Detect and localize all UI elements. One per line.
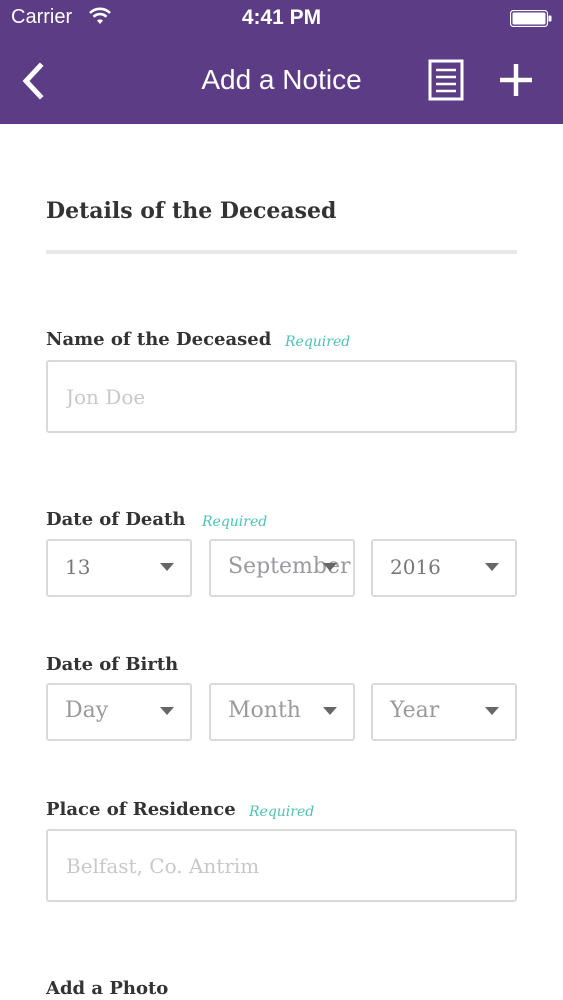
back-button[interactable] xyxy=(16,56,56,106)
caret-down-icon xyxy=(485,707,499,715)
battery-icon xyxy=(510,10,552,27)
birth-month-value: Month xyxy=(228,698,301,723)
name-label: Name of the Deceased xyxy=(46,329,272,350)
birth-day-select[interactable]: Day xyxy=(46,683,192,741)
add-photo-label: Add a Photo xyxy=(46,978,169,999)
chevron-left-icon xyxy=(22,62,44,100)
caret-down-icon xyxy=(323,563,337,571)
death-year-select[interactable]: 2016 xyxy=(371,539,517,597)
deceased-name-input[interactable] xyxy=(46,360,517,433)
date-of-death-label: Date of Death xyxy=(46,509,186,530)
residence-input[interactable] xyxy=(46,829,517,902)
nav-bar: Add a Notice xyxy=(0,38,563,124)
plus-icon xyxy=(500,64,532,96)
residence-required-badge: Required xyxy=(249,804,315,820)
status-time: 4:41 PM xyxy=(241,6,322,29)
add-button[interactable] xyxy=(494,58,538,102)
section-title: Details of the Deceased xyxy=(46,198,337,224)
caret-down-icon xyxy=(485,563,499,571)
status-bar: Carrier 4:41 PM xyxy=(0,0,563,38)
birth-year-value: Year xyxy=(390,698,440,723)
date-of-birth-label: Date of Birth xyxy=(46,654,179,675)
caret-down-icon xyxy=(160,563,174,571)
date-of-death-required-badge: Required xyxy=(202,514,268,530)
notice-form: Details of the Deceased Name of the Dece… xyxy=(0,124,563,1000)
birth-month-select[interactable]: Month xyxy=(209,683,355,741)
residence-label: Place of Residence xyxy=(46,799,236,820)
document-list-icon xyxy=(428,59,464,101)
page-title: Add a Notice xyxy=(201,64,362,95)
birth-day-value: Day xyxy=(65,698,109,723)
death-day-select[interactable]: 13 xyxy=(46,539,192,597)
section-divider xyxy=(46,250,517,254)
app-header: Carrier 4:41 PM Add a Notice xyxy=(0,0,563,124)
death-day-value: 13 xyxy=(65,555,91,579)
death-year-value: 2016 xyxy=(390,555,441,579)
birth-year-select[interactable]: Year xyxy=(371,683,517,741)
notices-list-button[interactable] xyxy=(424,58,468,102)
name-required-badge: Required xyxy=(285,334,351,350)
caret-down-icon xyxy=(160,707,174,715)
caret-down-icon xyxy=(323,707,337,715)
death-month-select[interactable]: September xyxy=(209,539,355,597)
